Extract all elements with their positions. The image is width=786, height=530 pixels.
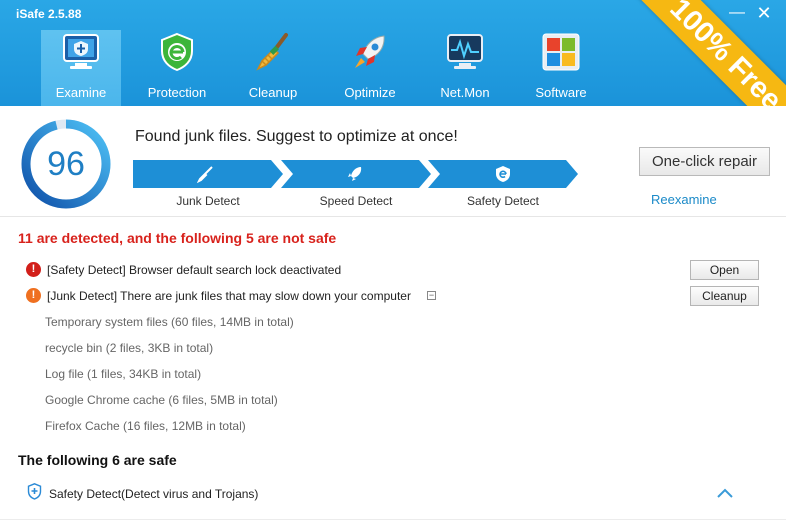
tab-label: Optimize xyxy=(344,85,396,100)
result-headline: 11 are detected, and the following 5 are… xyxy=(18,230,337,246)
tab-label: Software xyxy=(535,85,587,100)
rocket-icon xyxy=(348,167,362,181)
close-button[interactable]: ✕ xyxy=(754,3,774,23)
rocket-icon xyxy=(355,35,385,68)
cleanup-button[interactable]: Cleanup xyxy=(690,286,759,306)
summary-message: Found junk files. Suggest to optimize at… xyxy=(135,128,458,145)
shield-e-icon xyxy=(161,32,193,72)
score-value: 96 xyxy=(47,145,85,183)
network-monitor-icon xyxy=(447,34,483,69)
warning-badge-icon: ! xyxy=(26,288,41,303)
stage-label: Junk Detect xyxy=(176,194,240,208)
junk-item: Firefox Cache (16 files, 12MB in total) xyxy=(45,419,246,433)
stage-label: Safety Detect xyxy=(466,194,540,208)
header-bar: iSafe 2.5.88 Examine Protection Cleanup xyxy=(0,0,786,106)
windows-logo-icon xyxy=(542,33,580,71)
footer-divider xyxy=(0,519,786,520)
minimize-button[interactable]: — xyxy=(727,3,747,23)
chevron-up-icon[interactable] xyxy=(716,487,734,499)
broom-icon xyxy=(256,33,288,71)
tab-label: Cleanup xyxy=(248,85,298,100)
safe-headline: The following 6 are safe xyxy=(18,452,177,468)
tab-protection[interactable]: Protection xyxy=(137,30,217,106)
collapse-toggle-icon[interactable]: − xyxy=(427,291,436,300)
shield-plus-icon xyxy=(27,483,42,500)
tab-cleanup[interactable]: Cleanup xyxy=(233,30,313,106)
error-badge-icon: ! xyxy=(26,262,41,277)
tab-software[interactable]: Software xyxy=(521,30,601,106)
one-click-repair-button[interactable]: One-click repair xyxy=(639,147,770,176)
section-divider xyxy=(0,216,786,217)
tab-netmon[interactable]: Net.Mon xyxy=(425,30,505,106)
tab-label: Examine xyxy=(55,85,107,100)
junk-item: Log file (1 files, 34KB in total) xyxy=(45,367,202,381)
broom-icon xyxy=(197,166,213,183)
reexamine-link[interactable]: Reexamine xyxy=(651,192,717,207)
issue-text: [Safety Detect] Browser default search l… xyxy=(47,263,342,277)
app-title: iSafe 2.5.88 xyxy=(16,7,82,21)
monitor-cross-icon xyxy=(63,34,99,69)
tab-examine[interactable]: Examine xyxy=(41,30,121,106)
junk-item: recycle bin (2 files, 3KB in total) xyxy=(45,341,214,355)
shield-e-icon xyxy=(496,166,510,182)
tab-optimize[interactable]: Optimize xyxy=(330,30,410,106)
issue-text: [Junk Detect] There are junk files that … xyxy=(47,289,411,303)
stage-label: Speed Detect xyxy=(319,194,393,208)
safe-item-label: Safety Detect(Detect virus and Trojans) xyxy=(49,487,259,501)
open-button[interactable]: Open xyxy=(690,260,759,280)
junk-item: Temporary system files (60 files, 14MB i… xyxy=(45,315,294,329)
tab-label: Net.Mon xyxy=(440,85,490,100)
tab-label: Protection xyxy=(147,85,207,100)
junk-item: Google Chrome cache (6 files, 5MB in tot… xyxy=(45,393,278,407)
